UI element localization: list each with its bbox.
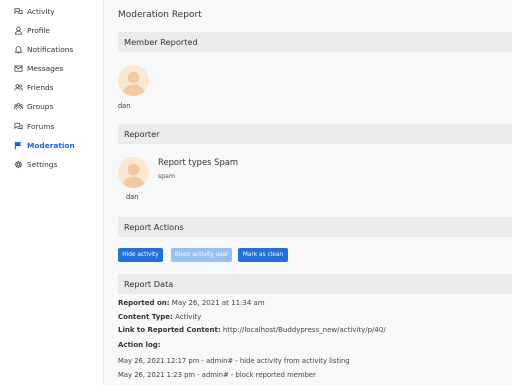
sidebar-item-profile[interactable]: Profile	[14, 23, 50, 37]
sidebar-item-label: Friends	[27, 82, 54, 92]
member-reported-section-header: Member Reported	[118, 32, 512, 52]
sidebar-item-groups[interactable]: Groups	[14, 99, 53, 113]
content-type-row: Content Type: Activity	[118, 313, 201, 321]
reported-content-link[interactable]: http://localhost/Buddypress_new/activity…	[223, 326, 386, 334]
reported-content-link-label: Link to Reported Content:	[118, 326, 221, 334]
list-item: May 26, 2021 12:17 pm - admin# - hide ac…	[118, 357, 350, 365]
sidebar-item-label: Messages	[27, 63, 64, 73]
report-data-section-header: Report Data	[118, 274, 512, 294]
reported-on-label: Reported on:	[118, 299, 170, 307]
page-title: Moderation Report	[118, 10, 202, 20]
user-icon	[14, 26, 23, 35]
bell-icon	[14, 45, 23, 54]
sidebar-item-moderation[interactable]: Moderation	[14, 138, 75, 152]
sidebar-item-label: Profile	[27, 25, 50, 35]
list-item: May 26, 2021 1:23 pm - admin# - block re…	[118, 371, 316, 379]
sidebar-item-notifications[interactable]: Notifications	[14, 42, 73, 56]
content-type-value: Activity	[175, 313, 202, 321]
action-log-label: Action log:	[118, 341, 161, 349]
report-type-description: spam	[158, 173, 175, 180]
sidebar-item-label: Settings	[27, 159, 58, 169]
reporter-section-header: Reporter	[118, 124, 512, 144]
forum-bubbles-icon	[14, 122, 23, 131]
sidebar-item-label: Moderation	[27, 140, 75, 150]
reported-on-value: May 26, 2021 at 11:34 am	[171, 299, 265, 307]
flag-icon	[14, 141, 23, 150]
group-icon	[14, 102, 23, 111]
reported-member-name[interactable]: dan	[118, 102, 130, 110]
reported-content-link-row: Link to Reported Content: http://localho…	[118, 326, 386, 334]
users-icon	[14, 83, 23, 92]
hide-activity-button[interactable]: Hide activity	[118, 248, 163, 262]
sidebar: Activity Profile Notifications Messages …	[0, 0, 103, 385]
sidebar-item-label: Notifications	[27, 44, 74, 54]
action-log-heading: Action log:	[118, 341, 161, 349]
chat-bubbles-icon	[14, 7, 23, 16]
report-actions-section-header: Report Actions	[118, 217, 512, 237]
sidebar-item-label: Activity	[27, 6, 55, 16]
reporter-name[interactable]: dan	[126, 193, 138, 201]
mark-as-clean-button[interactable]: Mark as clean	[238, 248, 288, 262]
content-type-label: Content Type:	[118, 313, 173, 321]
block-activity-user-button[interactable]: Block activity user	[171, 248, 232, 262]
sidebar-item-messages[interactable]: Messages	[14, 61, 63, 75]
reported-on-row: Reported on: May 26, 2021 at 11:34 am	[118, 299, 265, 307]
sidebar-item-settings[interactable]: Settings	[14, 157, 57, 171]
sidebar-item-label: Groups	[27, 101, 54, 111]
envelope-icon	[14, 64, 23, 73]
sidebar-item-label: Forums	[27, 121, 55, 131]
main-content: Moderation Report Member Reported dan Re…	[104, 0, 512, 385]
report-type-heading: Report types Spam	[158, 157, 239, 167]
sidebar-item-forums[interactable]: Forums	[14, 119, 54, 133]
avatar[interactable]	[118, 65, 149, 96]
sidebar-item-friends[interactable]: Friends	[14, 80, 54, 94]
avatar[interactable]	[118, 157, 149, 188]
gear-icon	[14, 160, 23, 169]
sidebar-item-activity[interactable]: Activity	[14, 4, 55, 18]
